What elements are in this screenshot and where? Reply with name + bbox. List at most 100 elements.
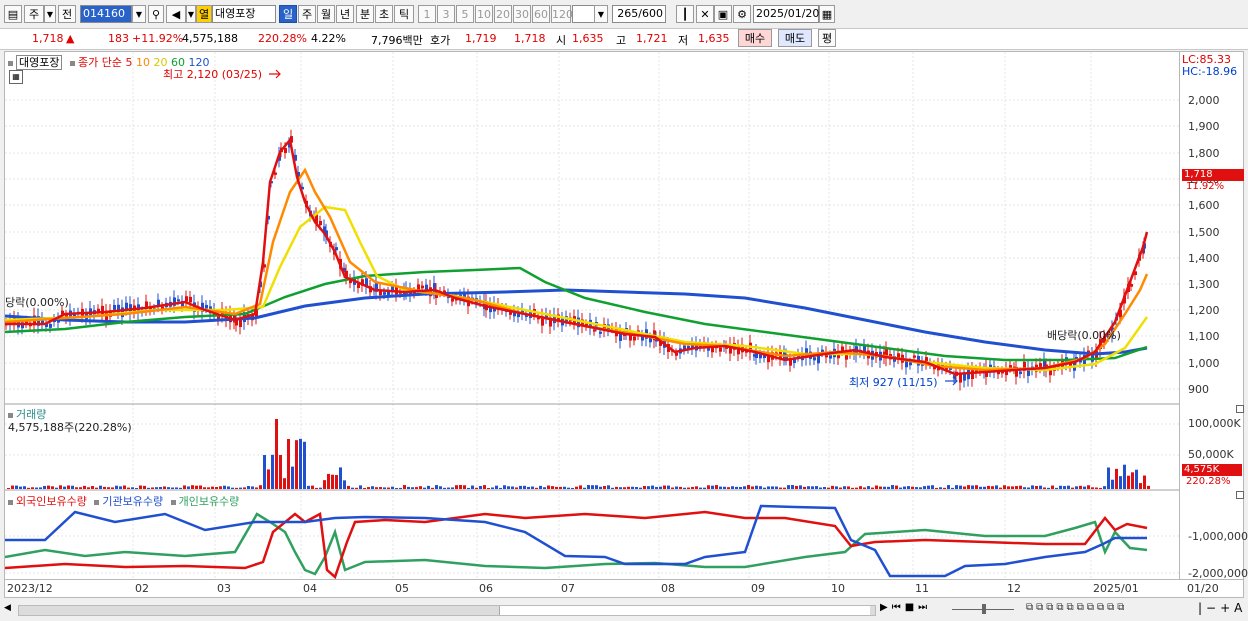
volume-bar bbox=[115, 485, 118, 489]
search-icon[interactable]: ⚲ bbox=[148, 5, 164, 23]
candle-body bbox=[633, 336, 636, 341]
volume-bar bbox=[371, 486, 374, 489]
ma-title: 종가 단순 bbox=[77, 56, 122, 69]
chart-area[interactable]: 대영포장 종가 단순 5 10 20 60 120 ▦ 최고 2,120 (03… bbox=[4, 51, 1180, 580]
volume-bar bbox=[903, 486, 906, 489]
candle-body bbox=[185, 296, 188, 302]
code-input[interactable]: 014160 bbox=[80, 5, 132, 23]
tab-tick[interactable]: 틱 bbox=[394, 5, 414, 23]
panel-maximize-icon[interactable] bbox=[1236, 491, 1244, 499]
volume-bar bbox=[779, 487, 782, 489]
speaker-icon[interactable]: ◀ bbox=[166, 5, 186, 23]
volume-bar bbox=[1095, 487, 1098, 489]
tab-week[interactable]: 주 bbox=[298, 5, 316, 23]
volume-bar bbox=[647, 486, 650, 489]
volume-bar bbox=[731, 486, 734, 489]
chevron-down-icon[interactable]: ▼ bbox=[594, 5, 608, 23]
volume-bar bbox=[543, 487, 546, 489]
code-dropdown-icon[interactable]: ▼ bbox=[132, 5, 146, 23]
volume-bar bbox=[971, 485, 974, 489]
volume-bar bbox=[503, 485, 506, 489]
volume-bar bbox=[111, 487, 114, 489]
volume-bar bbox=[403, 485, 406, 489]
volume-bar bbox=[719, 486, 722, 489]
tab-year[interactable]: 년 bbox=[336, 5, 354, 23]
volume-bar bbox=[579, 485, 582, 489]
scroll-left-icon[interactable]: ◀ bbox=[4, 603, 16, 616]
playback-controls[interactable]: ▶⏮■⏭ bbox=[880, 602, 931, 613]
volume-bar bbox=[259, 485, 262, 489]
date-input[interactable]: 2025/01/20 bbox=[753, 5, 819, 23]
volume-bar bbox=[563, 486, 566, 489]
tab-second[interactable]: 초 bbox=[375, 5, 393, 23]
price-tick: 1,000 bbox=[1188, 357, 1220, 370]
scroll-thumb[interactable] bbox=[499, 606, 870, 615]
volume-bar bbox=[583, 487, 586, 489]
minute-120[interactable]: 120 bbox=[551, 5, 573, 23]
volume-bar bbox=[1015, 486, 1018, 489]
volume-bar bbox=[179, 487, 182, 489]
high-price: 1,721 bbox=[636, 32, 668, 45]
chevron-down-icon[interactable]: ▼ bbox=[186, 5, 196, 23]
crosshair-icon[interactable]: ✕ bbox=[696, 5, 714, 23]
volume-bar bbox=[571, 487, 574, 489]
price-tick: 1,400 bbox=[1188, 252, 1220, 265]
volume-bar bbox=[603, 486, 606, 489]
calendar-icon[interactable]: ▦ bbox=[819, 5, 835, 23]
minute-10[interactable]: 10 bbox=[475, 5, 493, 23]
ma5-legend: 5 bbox=[125, 56, 133, 69]
view-tools[interactable]: ⧉⧉⧉⧉⧉⧉⧉⧉⧉⧉ bbox=[1026, 602, 1127, 613]
minute-30[interactable]: 30 bbox=[513, 5, 531, 23]
scroll-track[interactable] bbox=[18, 605, 876, 616]
menu-icon[interactable]: ▤ bbox=[4, 5, 22, 23]
volume-pct: 220.28% bbox=[258, 32, 307, 45]
grid-toggle-icon[interactable]: ▦ bbox=[9, 70, 23, 84]
candle-icon[interactable]: ┃ bbox=[676, 5, 694, 23]
up-icon: ▲ bbox=[66, 32, 75, 45]
volume-bar bbox=[619, 487, 622, 489]
save-icon[interactable]: ▣ bbox=[714, 5, 732, 23]
volume-bar bbox=[743, 486, 746, 489]
zoom-tools[interactable]: |−+A bbox=[1198, 601, 1246, 615]
volume-bar bbox=[631, 486, 634, 489]
tab-day[interactable]: 일 bbox=[279, 5, 297, 23]
volume-bar bbox=[1131, 472, 1134, 489]
tab-minute[interactable]: 분 bbox=[356, 5, 374, 23]
date-tick: 05 bbox=[395, 582, 409, 595]
volume-bar bbox=[51, 486, 54, 489]
volume-bar bbox=[935, 487, 938, 489]
minute-1[interactable]: 1 bbox=[418, 5, 436, 23]
volume-bar bbox=[635, 487, 638, 489]
panel-maximize-icon[interactable] bbox=[1236, 405, 1244, 413]
max-arrow-icon bbox=[269, 69, 281, 79]
volume-bar bbox=[387, 487, 390, 489]
minute-5[interactable]: 5 bbox=[456, 5, 474, 23]
flat-button[interactable]: 평 bbox=[818, 29, 836, 47]
volume-bar bbox=[459, 485, 462, 489]
prev-button[interactable]: 전 bbox=[58, 5, 76, 23]
buy-button[interactable]: 매수 bbox=[738, 29, 772, 47]
ma-badge[interactable]: 열 bbox=[196, 5, 212, 23]
count-input[interactable]: 265/600 bbox=[612, 5, 666, 23]
sell-button[interactable]: 매도 bbox=[778, 29, 812, 47]
candle-body bbox=[967, 370, 970, 380]
gear-icon[interactable]: ⚙ bbox=[733, 5, 751, 23]
candle-body bbox=[113, 304, 116, 310]
minute-60[interactable]: 60 bbox=[532, 5, 550, 23]
zoom-slider-handle[interactable] bbox=[982, 604, 986, 614]
volume-bar bbox=[607, 485, 610, 489]
scroll-bar[interactable]: ◀ ▶⏮■⏭ ⧉⧉⧉⧉⧉⧉⧉⧉⧉⧉ |−+A bbox=[0, 600, 1248, 621]
volume-bar bbox=[951, 487, 954, 489]
minute-3[interactable]: 3 bbox=[437, 5, 455, 23]
stock-name-label[interactable]: 대영포장 bbox=[16, 55, 63, 70]
volume-bar bbox=[399, 487, 402, 489]
holding-tick: -2,000,000 bbox=[1188, 567, 1248, 580]
tab-month[interactable]: 월 bbox=[317, 5, 335, 23]
volume-bar bbox=[811, 486, 814, 489]
volume-bar bbox=[787, 485, 790, 489]
minute-20[interactable]: 20 bbox=[494, 5, 512, 23]
period-select[interactable]: 주 bbox=[24, 5, 44, 23]
volume-bar bbox=[319, 487, 322, 489]
chevron-down-icon[interactable]: ▼ bbox=[44, 5, 56, 23]
date-tick: 10 bbox=[831, 582, 845, 595]
